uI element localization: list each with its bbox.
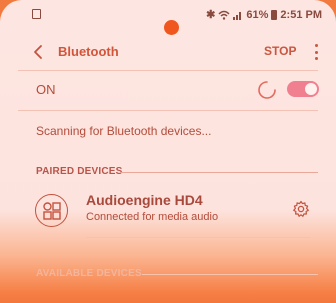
paired-devices-header: PAIRED DEVICES: [36, 166, 123, 177]
front-camera: [164, 20, 179, 35]
divider: [86, 237, 310, 238]
bluetooth-toggle[interactable]: [287, 81, 319, 97]
toggle-knob: [304, 82, 318, 96]
notification-icon: [32, 9, 41, 19]
section-divider: [120, 172, 318, 173]
paired-device-row[interactable]: Audioengine HD4 Connected for media audi…: [0, 188, 336, 236]
device-type-icon: [35, 194, 68, 227]
section-divider: [142, 274, 318, 275]
device-name: Audioengine HD4: [86, 192, 203, 208]
status-icons: ✱ 61% 2:51 PM: [206, 8, 322, 22]
bluetooth-settings-screen: ✱ 61% 2:51 PM Bluetooth STOP ON Scanning…: [0, 0, 336, 303]
gear-icon[interactable]: [292, 200, 310, 218]
signal-icon: [233, 11, 242, 20]
scanning-spinner-icon: [258, 81, 276, 99]
status-bar: ✱ 61% 2:51 PM: [0, 0, 336, 35]
toggle-label: ON: [36, 82, 56, 97]
app-bar: Bluetooth STOP: [0, 36, 336, 68]
more-options-icon[interactable]: [313, 44, 319, 60]
clock: 2:51 PM: [280, 8, 322, 21]
scanning-status: Scanning for Bluetooth devices...: [36, 124, 212, 138]
page-title: Bluetooth: [58, 44, 119, 59]
divider: [18, 70, 318, 71]
bluetooth-toggle-row[interactable]: ON: [0, 72, 336, 108]
battery-icon: [271, 9, 278, 20]
divider: [18, 110, 318, 111]
battery-percent: 61%: [246, 8, 269, 21]
back-arrow-icon[interactable]: [30, 42, 48, 62]
available-devices-header: AVAILABLE DEVICES: [36, 268, 142, 279]
wifi-icon: [218, 10, 230, 20]
stop-button[interactable]: STOP: [264, 44, 296, 58]
device-status: Connected for media audio: [86, 211, 219, 223]
bluetooth-icon: ✱: [206, 9, 216, 21]
